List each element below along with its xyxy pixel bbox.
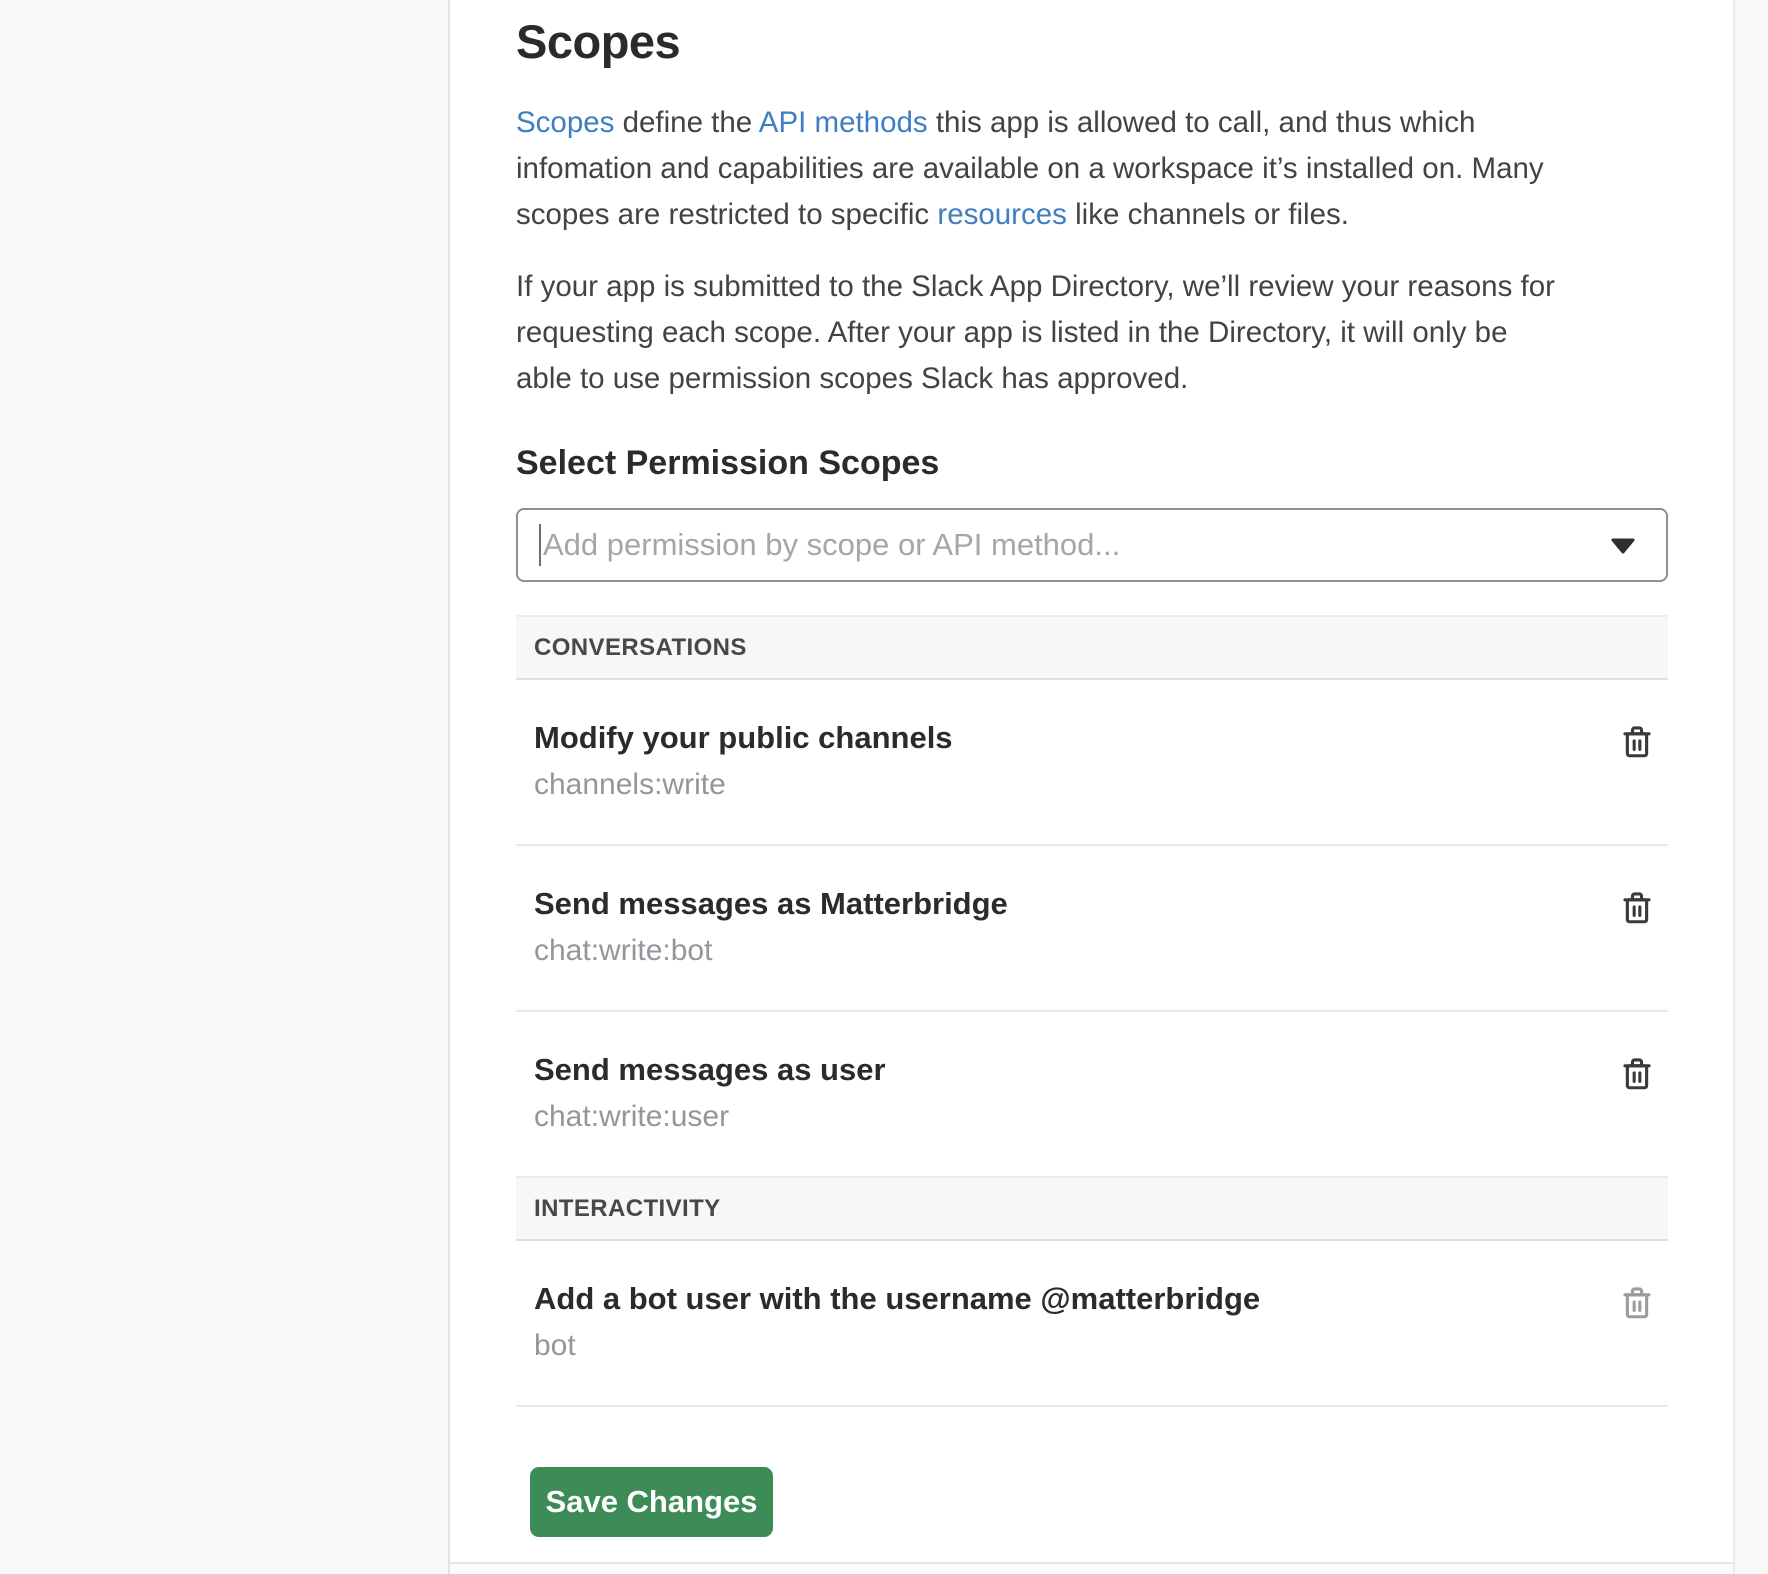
page-title: Scopes [516,16,1668,68]
scope-row-text: Modify your public channels channels:wri… [534,718,953,804]
trash-icon [1620,889,1656,929]
section-label: INTERACTIVITY [534,1195,721,1223]
scope-row-text: Send messages as Matterbridge chat:write… [534,884,1008,970]
scope-id: chat:write:bot [534,932,1008,970]
scope-list: CONVERSATIONS Modify your public channel… [516,615,1668,1407]
resources-link[interactable]: resources [937,198,1067,231]
save-changes-button[interactable]: Save Changes [530,1467,773,1537]
section-bar-conversations: CONVERSATIONS [516,615,1668,680]
trash-icon [1620,1055,1656,1095]
remove-scope-button[interactable] [1620,1283,1656,1325]
scope-name: Send messages as user [534,1050,886,1089]
scope-id: channels:write [534,766,953,804]
main-content: Scopes Scopes define the API methods thi… [516,0,1668,1537]
trash-icon [1620,723,1656,763]
section-label: CONVERSATIONS [534,634,747,662]
scope-row: Add a bot user with the username @matter… [516,1241,1668,1407]
scope-row-text: Add a bot user with the username @matter… [534,1279,1260,1365]
scope-row: Send messages as user chat:write:user [516,1012,1668,1176]
remove-scope-button[interactable] [1620,888,1656,930]
api-methods-link[interactable]: API methods [759,106,928,139]
section-bar-interactivity: INTERACTIVITY [516,1176,1668,1241]
scope-row-text: Send messages as user chat:write:user [534,1050,886,1136]
scope-row: Modify your public channels channels:wri… [516,680,1668,846]
trash-icon [1620,1284,1656,1324]
intro-text: define the [614,106,758,139]
intro-paragraph: Scopes define the API methods this app i… [516,100,1564,238]
text-cursor [539,524,541,566]
directory-paragraph: If your app is submitted to the Slack Ap… [516,264,1564,402]
scopes-link[interactable]: Scopes [516,106,614,139]
scopes-settings-page: Scopes Scopes define the API methods thi… [0,0,1768,1574]
scope-picker-input[interactable] [518,510,1666,580]
left-sidebar [0,0,450,1574]
scope-id: chat:write:user [534,1098,886,1136]
save-area: Save Changes [516,1467,1668,1537]
scope-name: Modify your public channels [534,718,953,757]
scope-id: bot [534,1327,1260,1365]
intro-text: like channels or files. [1067,198,1349,231]
right-gutter [1733,0,1768,1574]
scope-name: Add a bot user with the username @matter… [534,1279,1260,1318]
select-permission-scopes-heading: Select Permission Scopes [516,444,1668,482]
scope-picker [516,508,1668,582]
dropdown-caret-icon[interactable] [1610,537,1636,555]
remove-scope-button[interactable] [1620,1054,1656,1096]
remove-scope-button[interactable] [1620,722,1656,764]
scope-row: Send messages as Matterbridge chat:write… [516,846,1668,1012]
scope-name: Send messages as Matterbridge [534,884,1008,923]
next-section-edge [450,1562,1733,1574]
